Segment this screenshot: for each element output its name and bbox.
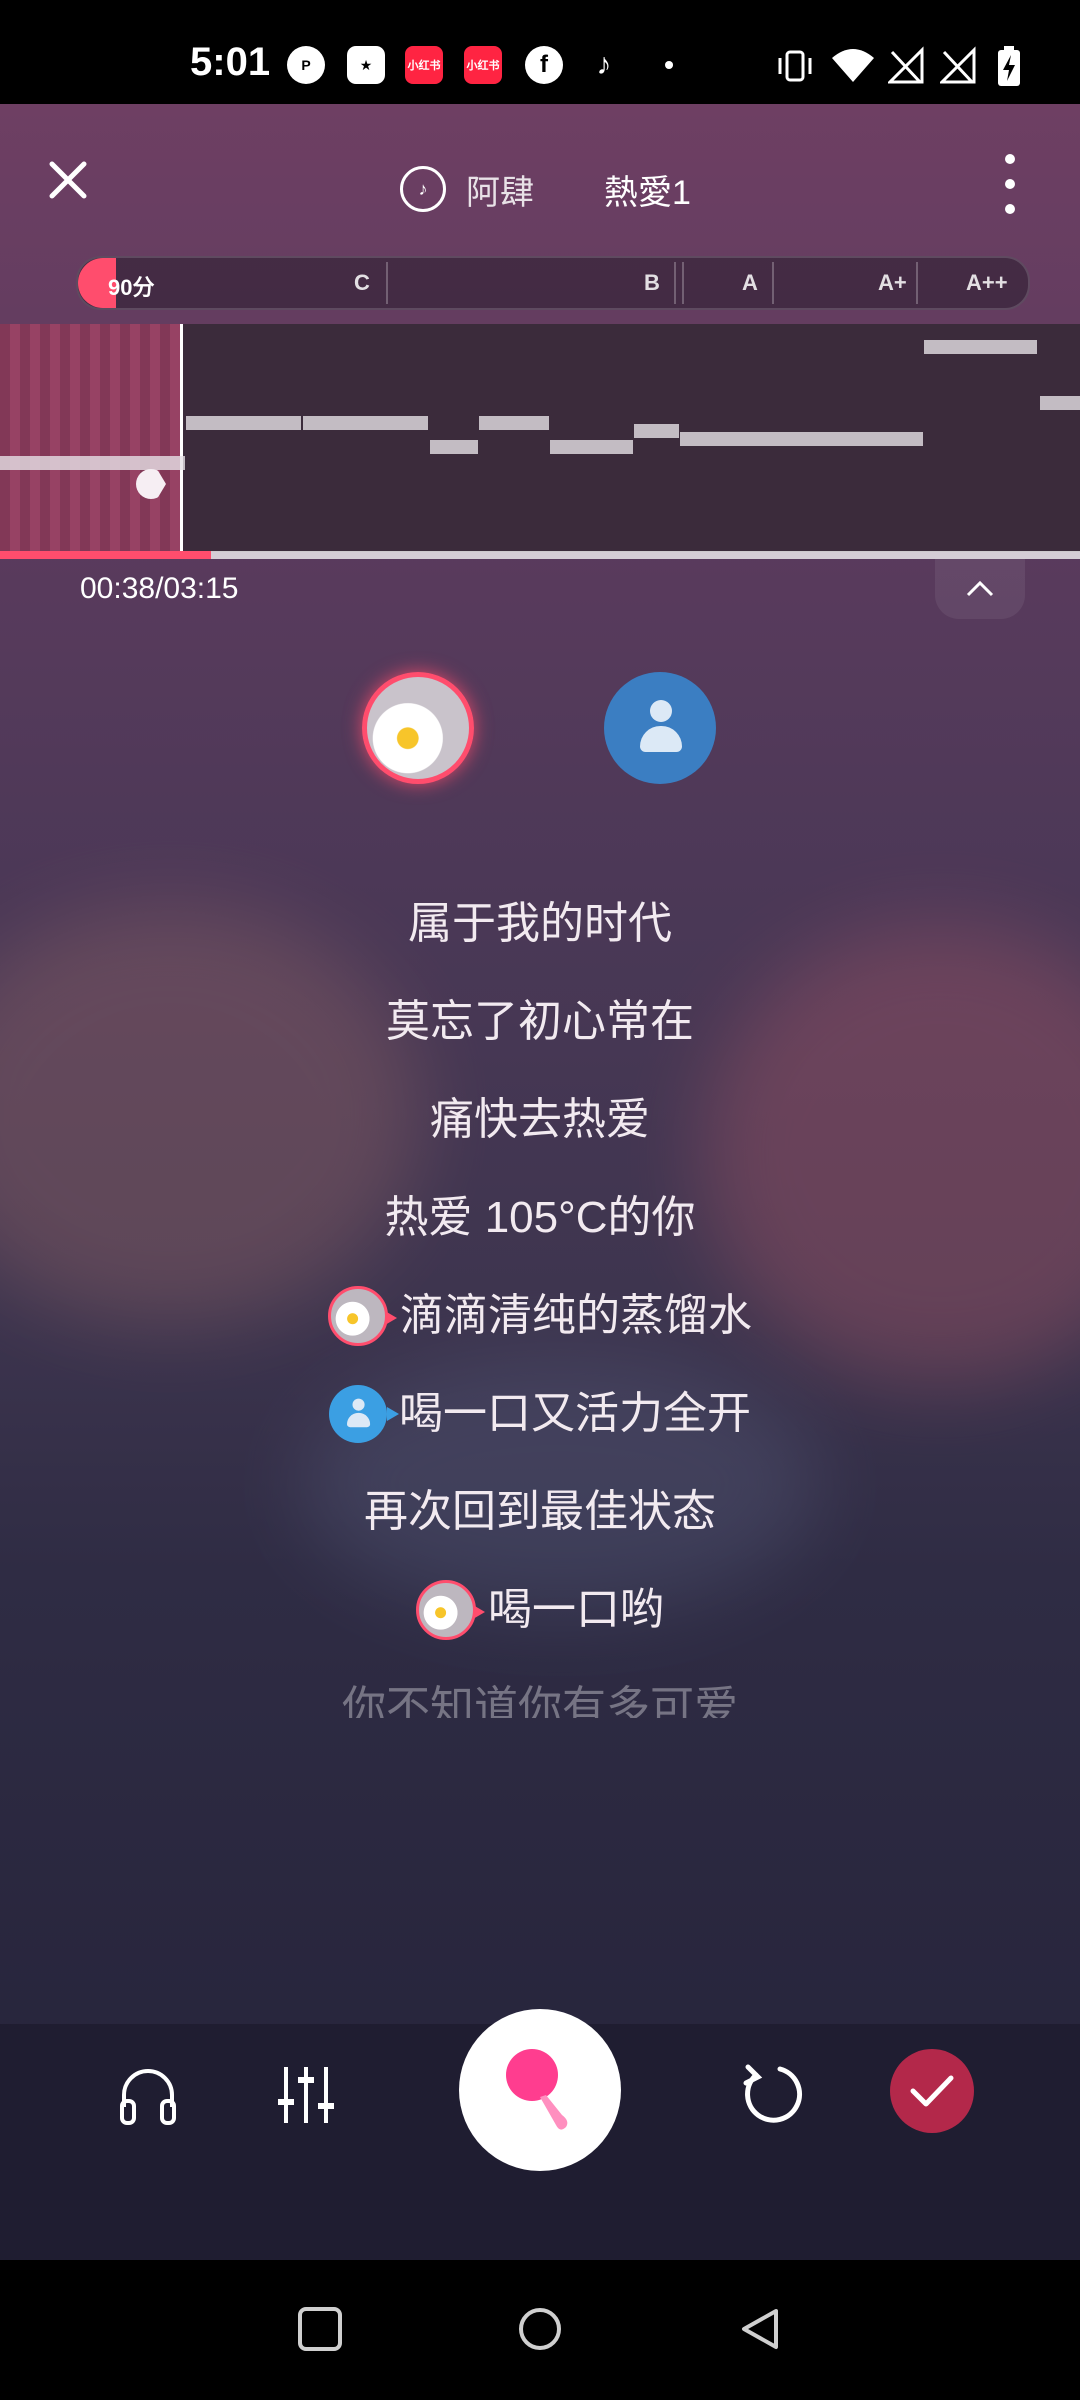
score-bar: 90分 C B A A+ A++ [76,256,1030,310]
song-info[interactable]: ♪ 阿肆 熱愛1 [400,159,691,219]
lyric-line: 喝一口哟 [0,1580,1080,1640]
song-title: 熱愛1 [604,173,691,212]
star-icon: ★ [347,46,385,84]
pitch-note [430,440,478,454]
status-bar: 5:01 P ★ 小红书 小红书 f ♪ • [0,0,1080,104]
pitch-note [0,456,185,470]
home-icon[interactable] [516,2305,564,2353]
progress-fill [0,551,211,559]
retry-button[interactable] [738,2059,810,2131]
more-vertical-icon[interactable] [990,154,1030,214]
pitch-sung-region [0,324,180,552]
lyric-line: 滴滴清纯的蒸馏水 [0,1286,1080,1346]
status-time: 5:01 [190,40,271,84]
lyric-line: 再次回到最佳状态 [364,1487,716,1536]
pitch-note [479,416,549,430]
grade-a: A [742,270,758,295]
grade-a-plus-plus: A++ [966,270,1008,295]
grade-b: B [644,270,660,295]
battery-charging-icon [998,46,1020,86]
grade-a-plus: A+ [878,270,907,295]
score-value: 90分 [108,275,155,300]
pitch-note [303,416,428,430]
dot-icon: • [664,49,674,80]
system-nav-bar [0,2260,1080,2400]
tiktok-icon: ♪ [596,48,612,81]
singer-b-avatar[interactable] [604,672,716,784]
pitch-note [680,432,923,446]
vibrate-icon [778,50,812,82]
lyric-line: 痛快去热爱 [430,1095,650,1144]
back-icon[interactable] [736,2305,784,2353]
mixer-button[interactable] [270,2059,342,2131]
wifi-icon [832,49,874,82]
headphones-icon [120,2069,176,2125]
record-button[interactable] [459,2009,621,2171]
headphones-button[interactable] [112,2059,184,2131]
pitch-note [1040,396,1080,410]
pitch-now-line [180,324,183,552]
lyric-line: 属于我的时代 [408,899,672,948]
singer-a-avatar[interactable] [362,672,474,784]
artist-name: 阿肆 [466,173,534,212]
chevron-up-icon [966,580,994,597]
person-icon [636,700,684,756]
karaoke-screen: ♪ 阿肆 熱愛1 90分 C B A A+ A++ 00:38/03:15 属于… [0,104,1080,2260]
check-icon [910,2075,954,2107]
refresh-icon [743,2064,803,2123]
top-bar: ♪ 阿肆 熱愛1 [0,104,1080,254]
facebook-icon: f [525,46,563,84]
grade-c: C [354,270,370,295]
equalizer-icon [278,2067,334,2123]
singer-b-marker [329,1385,399,1443]
pitch-guide [0,324,1080,552]
xiaohongshu-icon: 小红书 [464,46,502,84]
music-disc-icon: ♪ [400,166,446,212]
microphone-icon [506,2049,568,2130]
singer-a-marker [328,1286,397,1346]
singer-a-marker [416,1580,485,1640]
p-icon: P [287,46,325,84]
done-button[interactable] [890,2049,974,2133]
lyric-line: 热爱 105°C的你 [384,1193,696,1242]
no-signal-icon [940,46,976,84]
recents-icon[interactable] [296,2305,344,2353]
close-icon [49,161,87,199]
pitch-note [924,340,1037,354]
pitch-note [186,416,301,430]
pitch-note [550,440,633,454]
lyric-line: 你不知道你有多可爱 [342,1683,738,1718]
lyric-line: 莫忘了初心常在 [386,997,694,1046]
playback-time: 00:38/03:15 [80,572,239,605]
xiaohongshu-icon: 小红书 [405,46,443,84]
close-button[interactable] [40,152,96,208]
pitch-note [634,424,679,438]
lyric-line: 喝一口又活力全开 [0,1384,1080,1444]
collapse-button[interactable] [935,559,1025,619]
no-signal-icon [888,46,924,84]
